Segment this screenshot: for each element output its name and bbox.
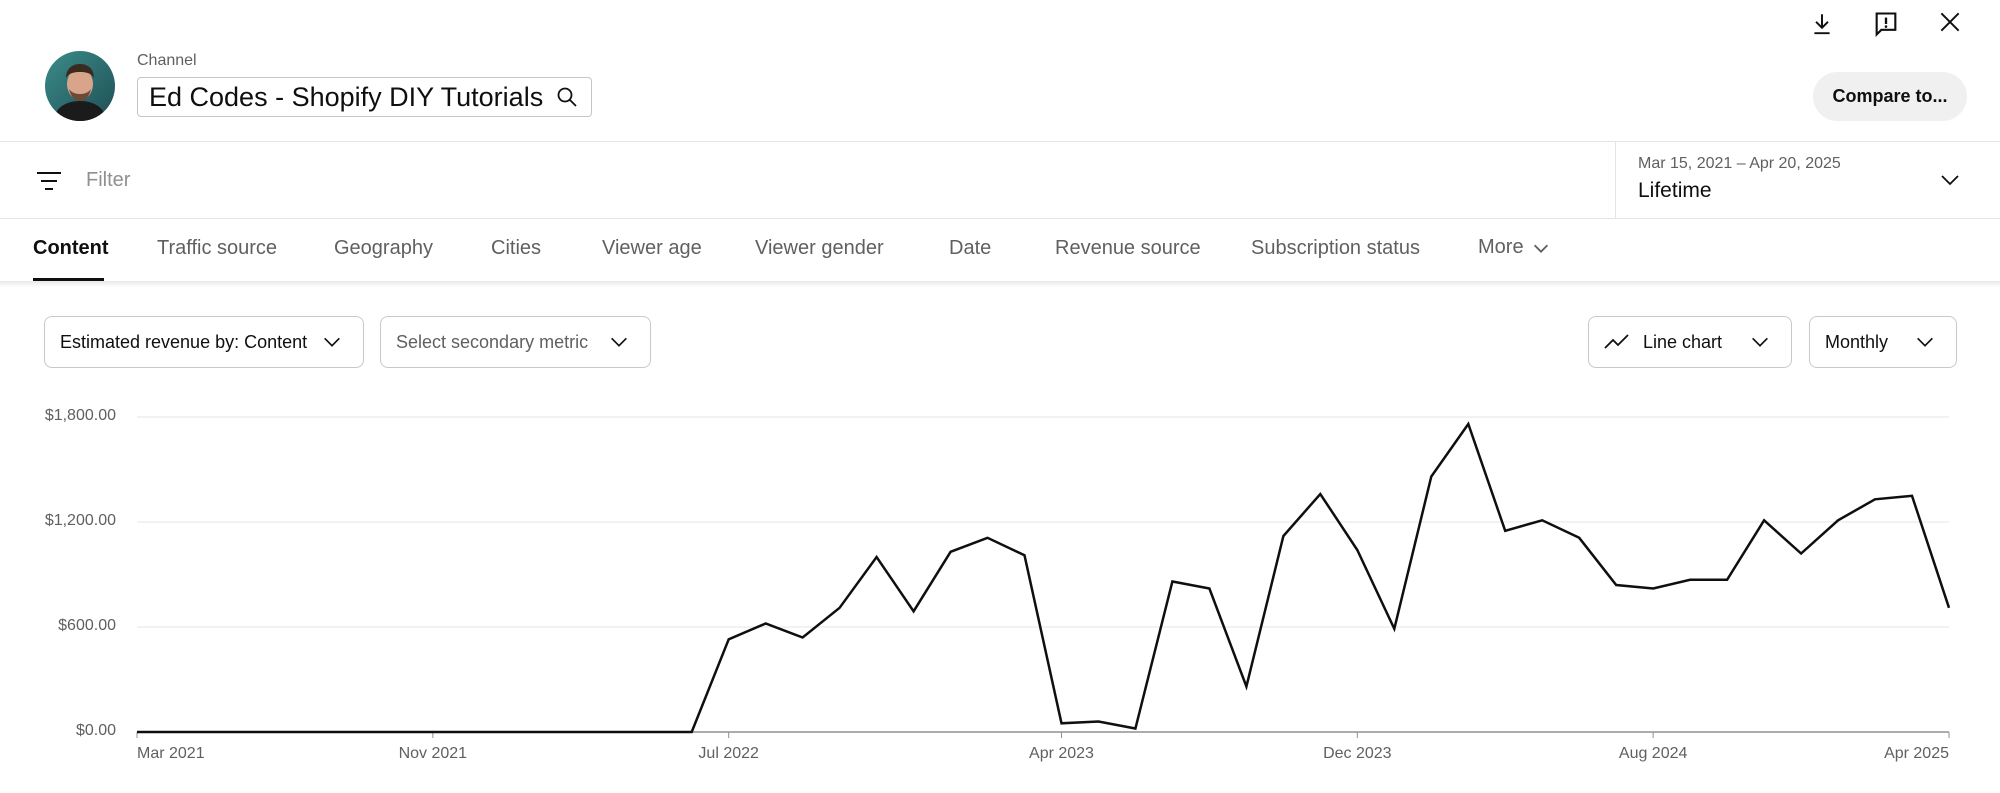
- tab-traffic-source[interactable]: Traffic source: [157, 237, 277, 260]
- search-icon[interactable]: [555, 85, 579, 109]
- y-tick-label: $0.00: [75, 722, 116, 739]
- tab-date[interactable]: Date: [949, 237, 991, 260]
- y-tick-label: $600.00: [58, 617, 116, 634]
- revenue-line-chart: $0.00 $600.00 $1,200.00 $1,800.00 Mar 2021 No…: [0, 0, 2000, 788]
- divider: [0, 218, 2000, 219]
- chevron-down-icon[interactable]: [1938, 168, 1962, 192]
- divider: [0, 141, 2000, 142]
- filter-icon[interactable]: [33, 165, 65, 197]
- chart-type-label: Line chart: [1643, 331, 1723, 352]
- tab-cities[interactable]: Cities: [491, 237, 541, 260]
- channel-selector[interactable]: Ed Codes - Shopify DIY Tutorials: [137, 77, 593, 117]
- divider: [1615, 142, 1616, 218]
- x-tick-label: Aug 2024: [1618, 745, 1688, 762]
- granularity-dropdown[interactable]: Monthly: [1809, 316, 1957, 368]
- tab-subscription-status[interactable]: Subscription status: [1251, 237, 1420, 260]
- date-period[interactable]: Lifetime: [1638, 179, 1712, 203]
- download-icon[interactable]: [1802, 4, 1842, 44]
- tab-revenue-source[interactable]: Revenue source: [1055, 237, 1201, 260]
- y-tick-label: $1,800.00: [44, 407, 116, 424]
- chevron-down-icon: [608, 331, 630, 353]
- avatar: [45, 51, 115, 121]
- tab-geography[interactable]: Geography: [334, 237, 433, 260]
- primary-metric-label: Estimated revenue by: Content: [60, 331, 308, 352]
- chevron-down-icon: [1530, 237, 1552, 259]
- chevron-down-icon: [1914, 331, 1936, 353]
- date-range-label[interactable]: Mar 15, 2021 – Apr 20, 2025: [1638, 155, 1841, 173]
- compare-button[interactable]: Compare to...: [1813, 72, 1967, 121]
- tab-more-label: More: [1478, 236, 1524, 258]
- x-tick-label: Nov 2021: [398, 745, 468, 762]
- channel-label: Channel: [137, 52, 197, 69]
- secondary-metric-label: Select secondary metric: [396, 331, 589, 352]
- tab-content[interactable]: Content: [33, 237, 109, 260]
- close-icon[interactable]: [1930, 2, 1970, 42]
- chevron-down-icon: [321, 331, 343, 353]
- channel-name: Ed Codes - Shopify DIY Tutorials: [149, 81, 544, 112]
- x-tick-label: Dec 2023: [1323, 745, 1392, 762]
- x-tick-label: Mar 2021: [137, 745, 205, 762]
- tab-viewer-gender[interactable]: Viewer gender: [755, 237, 884, 260]
- feedback-icon[interactable]: [1866, 4, 1906, 44]
- x-tick-label: Apr 2025: [1884, 745, 1949, 762]
- granularity-label: Monthly: [1825, 331, 1889, 352]
- tabs-shadow: [0, 281, 2000, 287]
- secondary-metric-dropdown[interactable]: Select secondary metric: [380, 316, 651, 368]
- tab-viewer-age[interactable]: Viewer age: [602, 237, 702, 260]
- x-tick-label: Apr 2023: [1029, 745, 1094, 762]
- filter-input[interactable]: Filter: [86, 169, 130, 192]
- primary-metric-dropdown[interactable]: Estimated revenue by: Content: [44, 316, 364, 368]
- chart-type-dropdown[interactable]: Line chart: [1588, 316, 1792, 368]
- tab-more[interactable]: More: [1478, 236, 1552, 259]
- chart-svg: [136, 416, 1951, 738]
- y-tick-label: $1,200.00: [44, 512, 116, 529]
- x-tick-label: Jul 2022: [698, 745, 759, 762]
- revenue-series-line[interactable]: [137, 421, 1951, 734]
- chevron-down-icon: [1749, 331, 1771, 353]
- line-chart-icon: [1603, 331, 1631, 353]
